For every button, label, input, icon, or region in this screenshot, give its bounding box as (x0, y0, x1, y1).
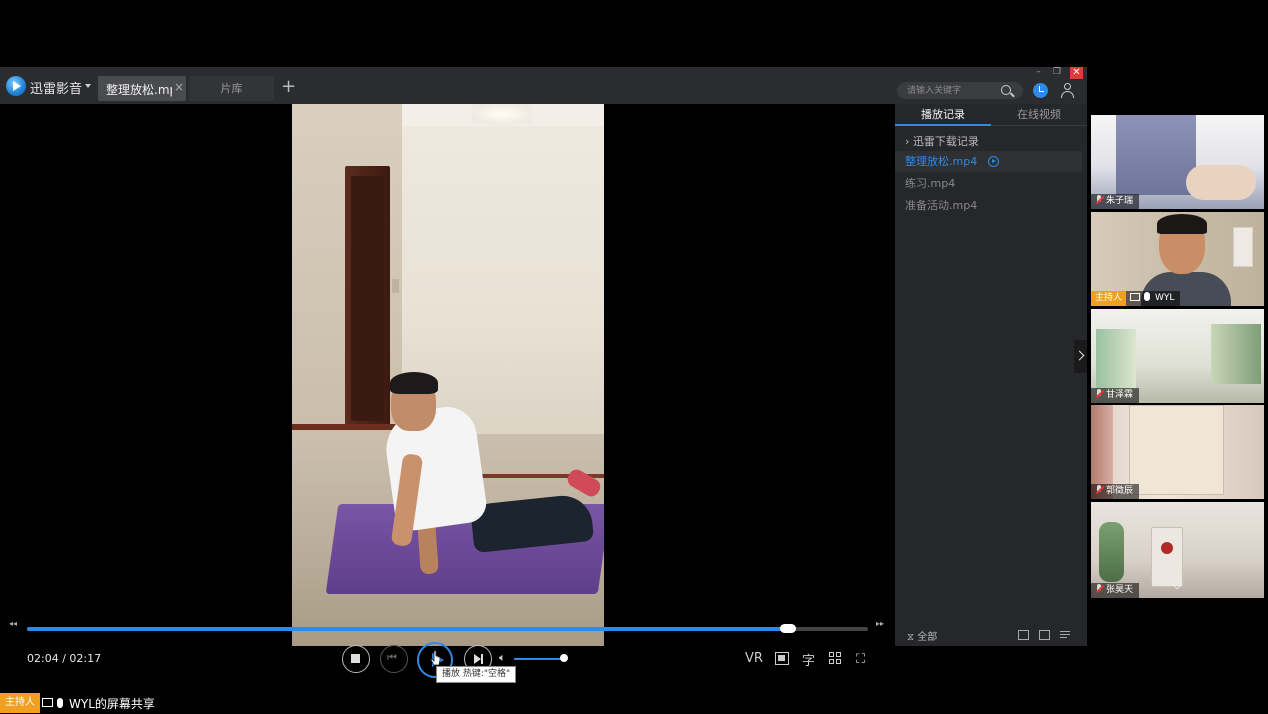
sort-icon[interactable] (1060, 630, 1071, 640)
search-input[interactable] (907, 84, 997, 97)
participant-name-bar: 朱子瑞 (1091, 194, 1140, 209)
collapse-panel-button[interactable] (1074, 340, 1087, 373)
search-box[interactable] (897, 82, 1023, 99)
playlist-item-label: 整理放松.mp4 (905, 155, 978, 168)
filter-label: 全部 (917, 632, 938, 643)
host-badge: 主持人 (1091, 291, 1127, 306)
mic-muted-icon (1095, 584, 1103, 594)
fullscreen-icon[interactable]: ⛶ (856, 652, 865, 667)
mic-muted-icon (1095, 195, 1103, 205)
screen-share-icon (42, 698, 53, 707)
restore-button[interactable]: ❐ (1051, 67, 1063, 79)
app-logo-icon[interactable] (6, 76, 26, 96)
participant-name-bar: 甘泽霖 (1091, 388, 1140, 403)
participant-name: 张昊天 (1106, 585, 1134, 595)
search-icon[interactable] (1001, 85, 1011, 95)
filter-button[interactable]: ⧖ 全部 (907, 628, 937, 643)
progress-knob[interactable] (780, 624, 797, 633)
subtitle-button[interactable]: 字 (802, 650, 815, 669)
screen: 迅雷影音 整理放松.mp4 × 片库 + – ❐ ✕ (0, 0, 1268, 714)
volume-slider[interactable] (514, 658, 564, 660)
play-circle-icon[interactable] (988, 156, 999, 167)
participant-tile[interactable]: 甘泽霖 (1091, 309, 1264, 403)
playlist-item-label: 准备活动.mp4 (905, 199, 978, 212)
layout-grid-icon[interactable] (829, 652, 842, 665)
playlist-item[interactable]: 整理放松.mp4 (895, 151, 1082, 172)
fast-forward-icon[interactable]: ▸▸ (876, 619, 884, 628)
minimize-button[interactable]: – (1034, 67, 1043, 79)
playlist-sidebar: 播放记录 在线视频 › 迅雷下载记录 整理放松.mp4 练习.mp4 准备活动.… (895, 104, 1087, 646)
mic-icon (1144, 292, 1151, 301)
participant-name-bar: 张昊天 (1091, 583, 1140, 598)
tab-library[interactable]: 片库 (189, 76, 274, 101)
tab-current-file-label: 整理放松.mp4 (106, 83, 172, 97)
tab-online-video[interactable]: 在线视频 (991, 104, 1087, 126)
playlist-item-label: 练习.mp4 (905, 177, 956, 190)
history-clock-icon[interactable] (1033, 83, 1048, 98)
playlist-item[interactable]: 练习.mp4 (895, 173, 1082, 194)
app-menu-caret-icon[interactable] (85, 84, 91, 88)
download-history-section[interactable]: › 迅雷下载记录 (905, 133, 979, 149)
user-icon[interactable] (1060, 83, 1075, 98)
participant-name: 甘泽霖 (1106, 390, 1134, 400)
video-frame[interactable] (292, 104, 604, 646)
list-icon[interactable] (1039, 630, 1050, 640)
vr-button[interactable]: VR (745, 651, 763, 666)
folder-icon[interactable] (1018, 630, 1029, 640)
screen-share-icon (1130, 293, 1141, 301)
tab-close-icon[interactable]: × (174, 80, 184, 94)
screen-mode-icon[interactable] (775, 652, 789, 665)
video-player-window: 迅雷影音 整理放松.mp4 × 片库 + – ❐ ✕ (0, 67, 1087, 683)
play-tooltip: 播放 热键:"空格" (436, 666, 517, 683)
mic-muted-icon (1095, 389, 1103, 399)
screen-share-label: WYL的屏幕共享 (69, 697, 155, 711)
tab-current-file[interactable]: 整理放松.mp4 × (98, 76, 186, 101)
participant-panel: 朱子瑞 主持人 WYL 甘泽霖 郭徵辰 张昊天 (1091, 115, 1264, 598)
progress-fill (27, 627, 789, 631)
playlist-item[interactable]: 准备活动.mp4 (895, 195, 1082, 216)
close-window-button[interactable]: ✕ (1070, 67, 1083, 79)
video-area[interactable]: ◂◂ ▸▸ 02:04 / 02:17 🔈︎ 播放 热键:"空格" VR 字 (0, 104, 895, 683)
time-display: 02:04 / 02:17 (27, 652, 102, 665)
previous-button[interactable] (380, 645, 408, 673)
volume-knob[interactable] (560, 654, 568, 662)
host-badge: 主持人 (0, 693, 40, 713)
app-name[interactable]: 迅雷影音 (30, 78, 82, 97)
mic-icon (57, 698, 63, 708)
participant-name-bar: 主持人 WYL (1091, 291, 1181, 306)
add-tab-button[interactable]: + (281, 78, 296, 96)
mic-muted-icon (1095, 485, 1103, 495)
participant-name: WYL (1155, 293, 1175, 303)
participant-name: 郭徵辰 (1106, 486, 1134, 496)
filter-icon: ⧖ (907, 632, 915, 643)
title-bar: 迅雷影音 整理放松.mp4 × 片库 + – ❐ ✕ (0, 67, 1087, 104)
tab-play-history[interactable]: 播放记录 (895, 104, 991, 126)
volume-icon[interactable]: 🔈︎ (499, 651, 506, 665)
progress-bar[interactable] (27, 624, 868, 633)
participant-tile[interactable]: 主持人 WYL (1091, 212, 1264, 306)
rewind-icon[interactable]: ◂◂ (9, 619, 17, 628)
participant-tile[interactable]: 朱子瑞 (1091, 115, 1264, 209)
participant-tile[interactable]: 郭徵辰 (1091, 405, 1264, 499)
participant-name-bar: 郭徵辰 (1091, 484, 1140, 499)
participant-name: 朱子瑞 (1106, 196, 1134, 206)
stop-button[interactable] (342, 645, 370, 673)
